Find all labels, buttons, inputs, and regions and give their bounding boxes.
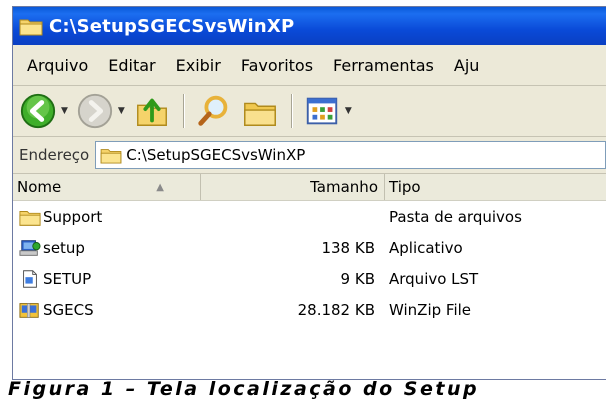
folders-icon <box>243 102 276 126</box>
column-headers: Nome ▲ Tamanho Tipo <box>13 174 606 201</box>
menu-ajuda[interactable]: Aju <box>444 56 490 75</box>
file-name: Support <box>43 207 103 226</box>
application-icon <box>19 239 41 256</box>
column-size-label: Tamanho <box>310 178 378 196</box>
file-size: 28.182 KB <box>297 300 375 319</box>
winzip-icon <box>19 302 39 318</box>
sort-ascending-icon: ▲ <box>156 181 164 193</box>
up-folder-icon <box>136 98 167 126</box>
toolbar: ▼ ▼ ▼ <box>13 86 606 137</box>
views-button[interactable]: ▼ <box>303 92 352 130</box>
menu-arquivo[interactable]: Arquivo <box>17 56 98 75</box>
address-value: C:\SetupSGECSvsWinXP <box>126 146 306 164</box>
address-label: Endereço <box>19 146 90 164</box>
lst-file-icon <box>23 269 37 288</box>
forward-dropdown-icon[interactable]: ▼ <box>118 106 125 116</box>
list-item[interactable]: SGECS 28.182 KB WinZip File <box>13 294 606 325</box>
list-item[interactable]: setup 138 KB Aplicativo <box>13 232 606 263</box>
menu-bar: Arquivo Editar Exibir Favoritos Ferramen… <box>13 45 606 86</box>
forward-button[interactable]: ▼ <box>76 92 125 130</box>
menu-exibir[interactable]: Exibir <box>166 56 231 75</box>
column-header-name[interactable]: Nome ▲ <box>13 174 201 200</box>
file-type: Aplicativo <box>389 238 463 257</box>
menu-ferramentas[interactable]: Ferramentas <box>323 56 444 75</box>
toolbar-separator <box>182 94 185 128</box>
list-item[interactable]: Support Pasta de arquivos <box>13 201 606 232</box>
up-folder-button[interactable] <box>133 92 171 130</box>
figure-caption: Figura 1 – Tela localização do Setup <box>8 378 480 400</box>
folders-button[interactable] <box>241 92 279 130</box>
folder-icon <box>19 19 43 36</box>
file-type: Pasta de arquivos <box>389 207 522 226</box>
file-list: Nome ▲ Tamanho Tipo Support Pasta de arq… <box>13 174 606 379</box>
column-name-label: Nome <box>17 178 62 196</box>
address-field[interactable]: C:\SetupSGECSvsWinXP <box>95 141 606 169</box>
address-bar: Endereço C:\SetupSGECSvsWinXP <box>13 137 606 174</box>
folder-icon <box>19 210 41 226</box>
explorer-window: C:\SetupSGECSvsWinXP Arquivo Editar Exib… <box>12 6 606 380</box>
back-button[interactable]: ▼ <box>19 92 68 130</box>
menu-editar[interactable]: Editar <box>98 56 165 75</box>
file-type: WinZip File <box>389 300 472 319</box>
column-header-size[interactable]: Tamanho <box>201 174 385 200</box>
window-title: C:\SetupSGECSvsWinXP <box>49 15 295 37</box>
toolbar-separator <box>290 94 293 128</box>
file-name: SETUP <box>43 269 92 288</box>
column-header-type[interactable]: Tipo <box>385 174 606 200</box>
forward-icon <box>77 93 113 129</box>
search-icon <box>198 95 228 126</box>
file-name: setup <box>43 238 85 257</box>
menu-favoritos[interactable]: Favoritos <box>231 56 323 75</box>
back-dropdown-icon[interactable]: ▼ <box>61 106 68 116</box>
title-bar[interactable]: C:\SetupSGECSvsWinXP <box>13 7 606 45</box>
list-item[interactable]: SETUP 9 KB Arquivo LST <box>13 263 606 294</box>
file-name: SGECS <box>43 300 94 319</box>
column-type-label: Tipo <box>389 178 421 196</box>
file-size: 138 KB <box>321 238 375 257</box>
search-button[interactable] <box>195 92 233 130</box>
views-icon <box>306 97 338 125</box>
back-icon <box>20 93 56 129</box>
folder-icon <box>100 149 122 164</box>
file-type: Arquivo LST <box>389 269 479 288</box>
file-size: 9 KB <box>340 269 375 288</box>
views-dropdown-icon[interactable]: ▼ <box>345 106 352 116</box>
